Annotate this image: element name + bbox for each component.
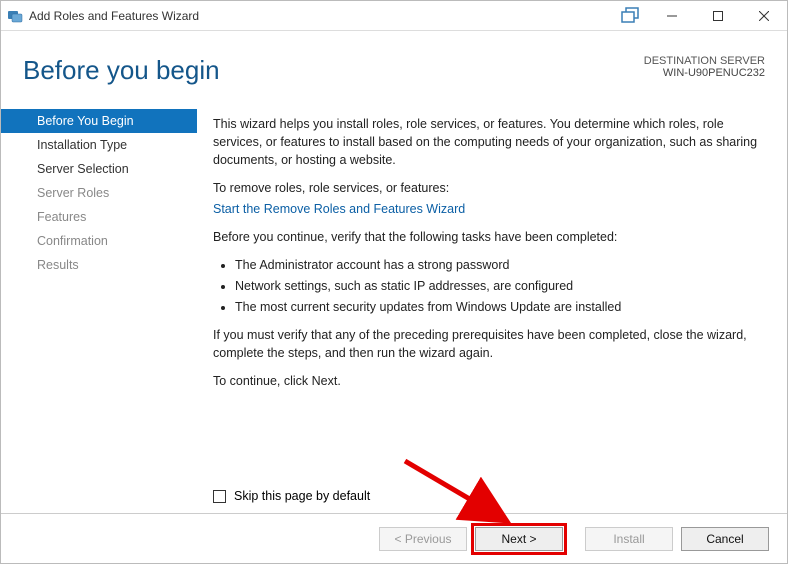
destination-server-name: WIN-U90PENUC232: [644, 67, 765, 79]
destination-server-block: DESTINATION SERVER WIN-U90PENUC232: [644, 55, 765, 79]
sidebar-item-server-roles: Server Roles: [1, 181, 197, 205]
previous-button: < Previous: [379, 527, 467, 551]
install-button: Install: [585, 527, 673, 551]
list-item: The Administrator account has a strong p…: [235, 256, 765, 274]
sidebar-item-server-selection[interactable]: Server Selection: [1, 157, 197, 181]
server-manager-icon: [7, 8, 23, 24]
remove-label: To remove roles, role services, or featu…: [213, 179, 765, 197]
page-title: Before you begin: [23, 55, 220, 86]
restore-stack-icon[interactable]: [617, 5, 645, 27]
window-title: Add Roles and Features Wizard: [29, 9, 617, 23]
footer: < Previous Next > Install Cancel: [1, 513, 787, 563]
prerequisite-list: The Administrator account has a strong p…: [213, 256, 765, 316]
skip-page-label: Skip this page by default: [234, 489, 370, 503]
minimize-button[interactable]: [649, 1, 695, 31]
sidebar-item-results: Results: [1, 253, 197, 277]
skip-page-checkbox[interactable]: [213, 490, 226, 503]
list-item: Network settings, such as static IP addr…: [235, 277, 765, 295]
sidebar-item-confirmation: Confirmation: [1, 229, 197, 253]
window-controls: [617, 1, 787, 31]
sidebar-item-before-you-begin[interactable]: Before You Begin: [1, 109, 197, 133]
sidebar: Before You Begin Installation Type Serve…: [1, 109, 197, 511]
maximize-button[interactable]: [695, 1, 741, 31]
sidebar-item-features: Features: [1, 205, 197, 229]
verify-label: Before you continue, verify that the fol…: [213, 228, 765, 246]
main-panel: This wizard helps you install roles, rol…: [197, 109, 787, 511]
continue-note: To continue, click Next.: [213, 372, 765, 390]
intro-text: This wizard helps you install roles, rol…: [213, 115, 765, 169]
header: Before you begin DESTINATION SERVER WIN-…: [1, 31, 787, 98]
skip-page-row[interactable]: Skip this page by default: [213, 489, 370, 503]
list-item: The most current security updates from W…: [235, 298, 765, 316]
next-button[interactable]: Next >: [475, 527, 563, 551]
remove-roles-link[interactable]: Start the Remove Roles and Features Wiza…: [213, 202, 465, 216]
titlebar: Add Roles and Features Wizard: [1, 1, 787, 31]
destination-server-label: DESTINATION SERVER: [644, 55, 765, 67]
close-button[interactable]: [741, 1, 787, 31]
sidebar-item-installation-type[interactable]: Installation Type: [1, 133, 197, 157]
cancel-button[interactable]: Cancel: [681, 527, 769, 551]
content-area: Before You Begin Installation Type Serve…: [1, 109, 787, 511]
prereq-note: If you must verify that any of the prece…: [213, 326, 765, 362]
